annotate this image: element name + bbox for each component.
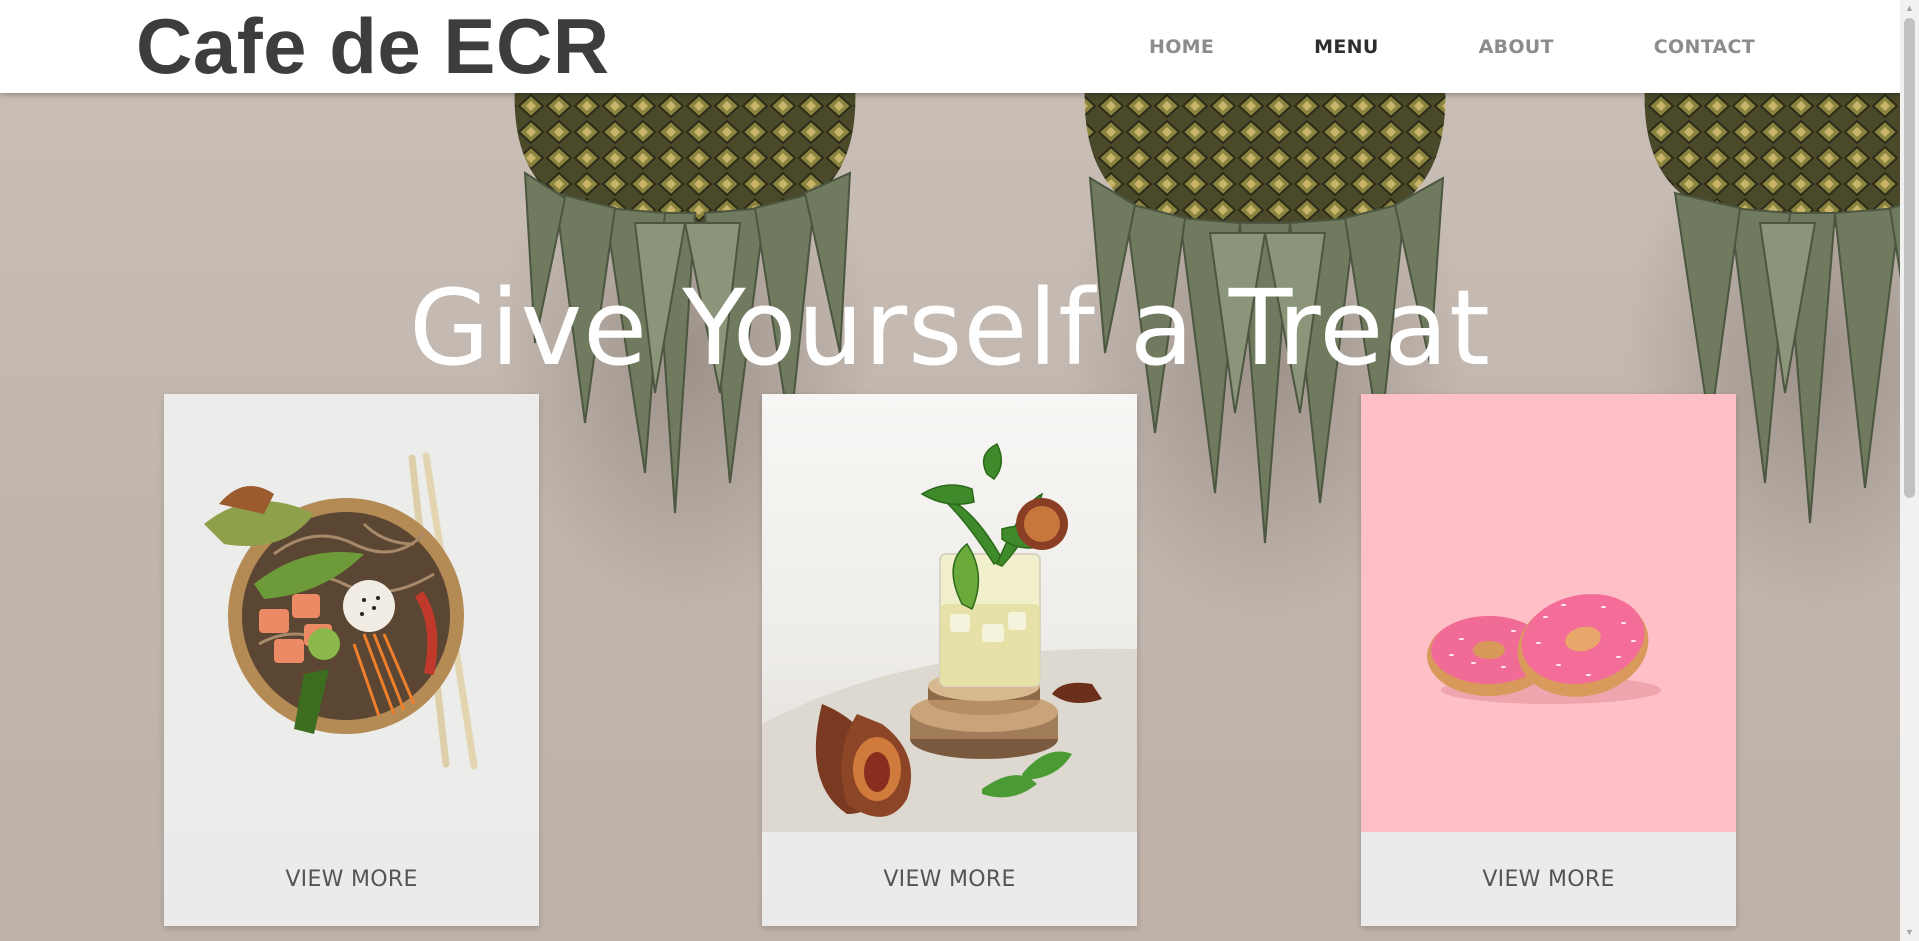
- scroll-up-arrow-icon[interactable]: ▲: [1900, 0, 1919, 17]
- poke-bowl-image[interactable]: [164, 394, 539, 832]
- view-more-button-food[interactable]: VIEW MORE: [164, 832, 539, 926]
- nav-about-link[interactable]: ABOUT: [1479, 36, 1554, 58]
- nav-contact-link[interactable]: CONTACT: [1654, 36, 1755, 58]
- site-header: Cafe de ECR HOME MENU ABOUT CONTACT: [0, 0, 1900, 93]
- pink-donuts-image[interactable]: [1361, 394, 1736, 832]
- view-more-button-dessert[interactable]: VIEW MORE: [1361, 832, 1736, 926]
- page-scrollbar[interactable]: ▲ ▼: [1900, 0, 1919, 941]
- scroll-down-arrow-icon[interactable]: ▼: [1900, 924, 1919, 941]
- view-more-button-drink[interactable]: VIEW MORE: [762, 832, 1137, 926]
- nav-home-link[interactable]: HOME: [1149, 36, 1214, 58]
- menu-card-food[interactable]: VIEW MORE: [164, 394, 539, 926]
- scrollbar-thumb[interactable]: [1904, 18, 1915, 498]
- menu-card-dessert[interactable]: VIEW MORE: [1361, 394, 1736, 926]
- hero-headline: Give Yourself a Treat: [409, 267, 1491, 389]
- main-nav: HOME MENU ABOUT CONTACT: [1049, 0, 1755, 93]
- mint-drink-image[interactable]: [762, 394, 1137, 832]
- menu-card-drink[interactable]: VIEW MORE: [762, 394, 1137, 926]
- nav-menu-link[interactable]: MENU: [1314, 36, 1378, 58]
- site-logo[interactable]: Cafe de ECR: [136, 2, 610, 90]
